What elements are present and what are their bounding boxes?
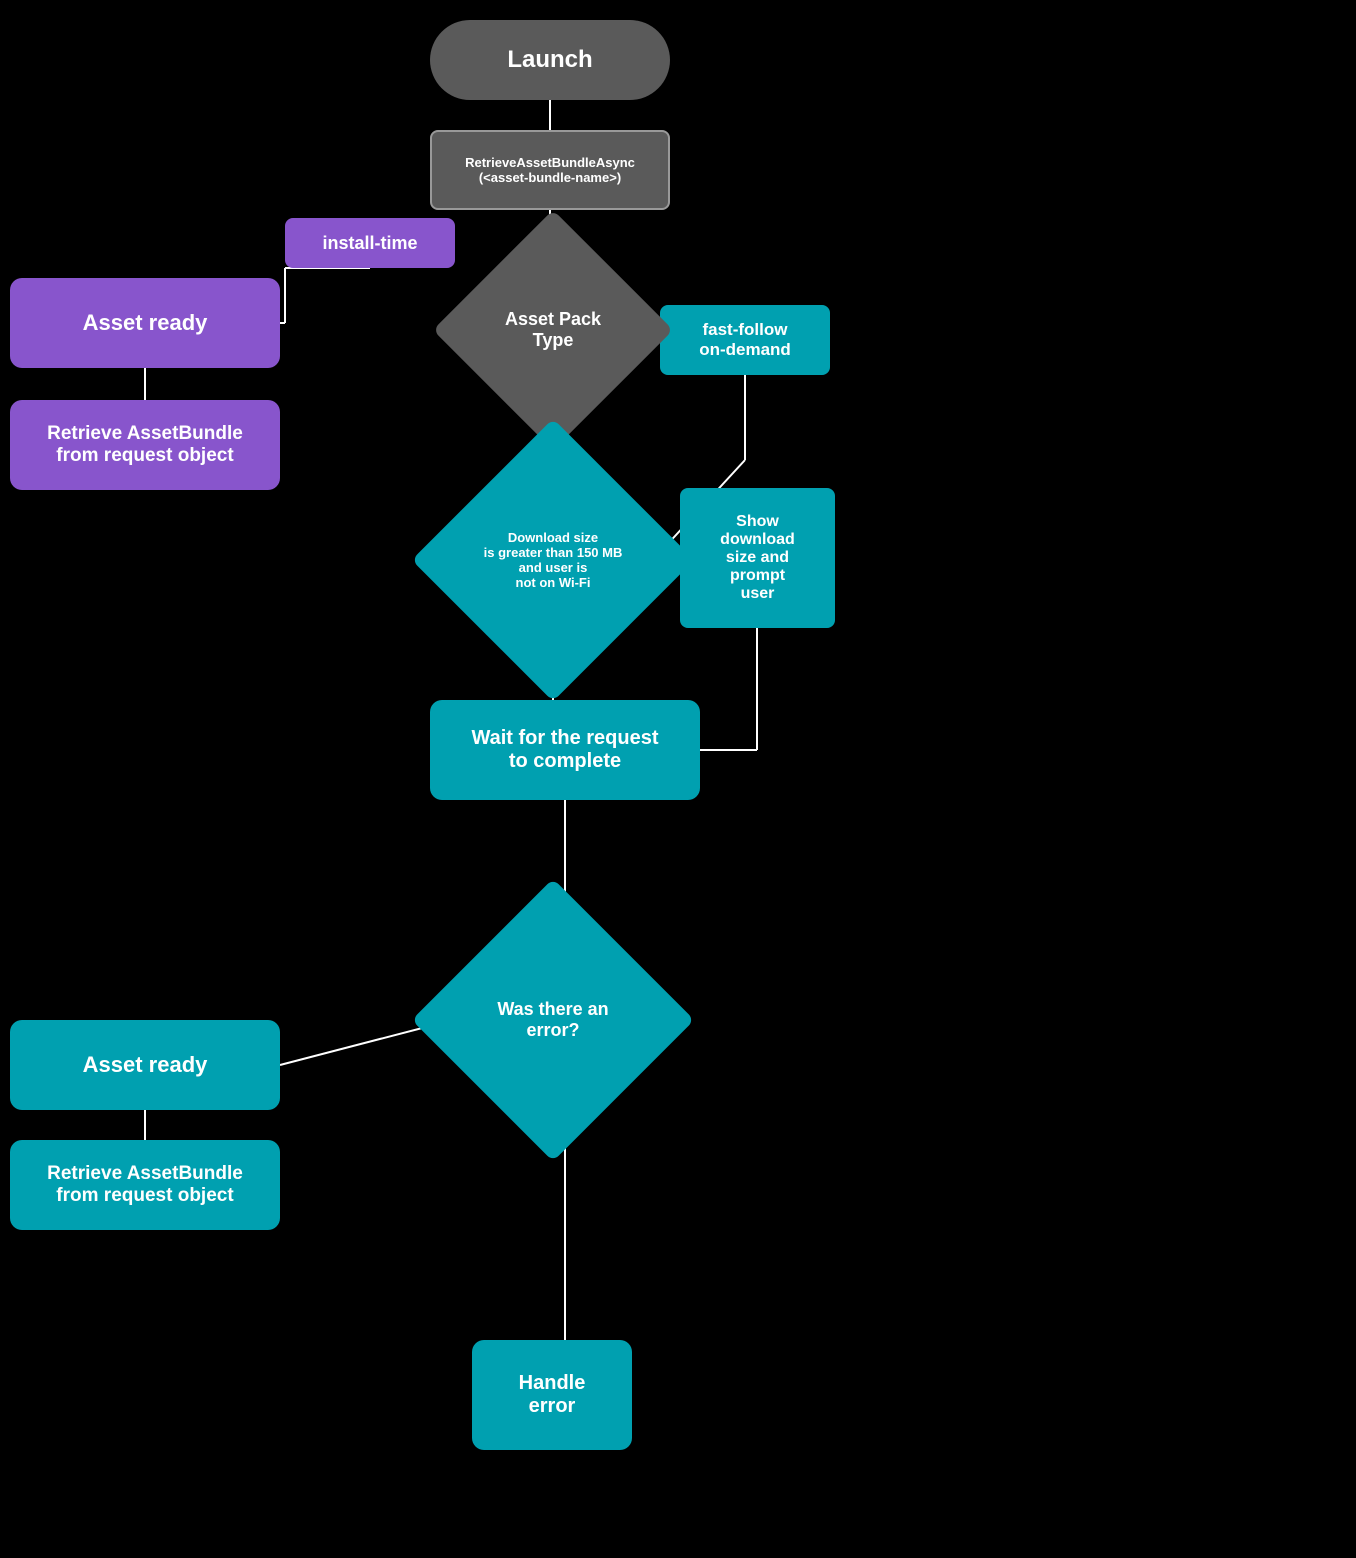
handle-error-node: Handle error [472,1340,632,1450]
asset-ready-purple-node: Asset ready [10,278,280,368]
launch-node: Launch [430,20,670,100]
error-diamond-text: Was there an error? [453,920,653,1120]
error-diamond-node: Was there an error? [453,920,653,1120]
asset-pack-type-diamond-text: Asset Pack Type [468,245,638,415]
fast-follow-node: fast-follow on-demand [660,305,830,375]
retrieve-bundle-teal-node: Retrieve AssetBundle from request object [10,1140,280,1230]
download-size-diamond-text: Download size is greater than 150 MB and… [453,460,653,660]
wait-request-node: Wait for the request to complete [430,700,700,800]
retrieve-bundle-purple-node: Retrieve AssetBundle from request object [10,400,280,490]
asset-pack-type-node: Asset Pack Type [468,245,638,415]
asset-ready-teal-node: Asset ready [10,1020,280,1110]
download-size-diamond-node: Download size is greater than 150 MB and… [453,460,653,660]
flowchart: Launch RetrieveAssetBundleAsync (<asset-… [0,0,1356,1558]
install-time-node: install-time [285,218,455,268]
show-download-node: Show download size and prompt user [680,488,835,628]
retrieve-async-node: RetrieveAssetBundleAsync (<asset-bundle-… [430,130,670,210]
